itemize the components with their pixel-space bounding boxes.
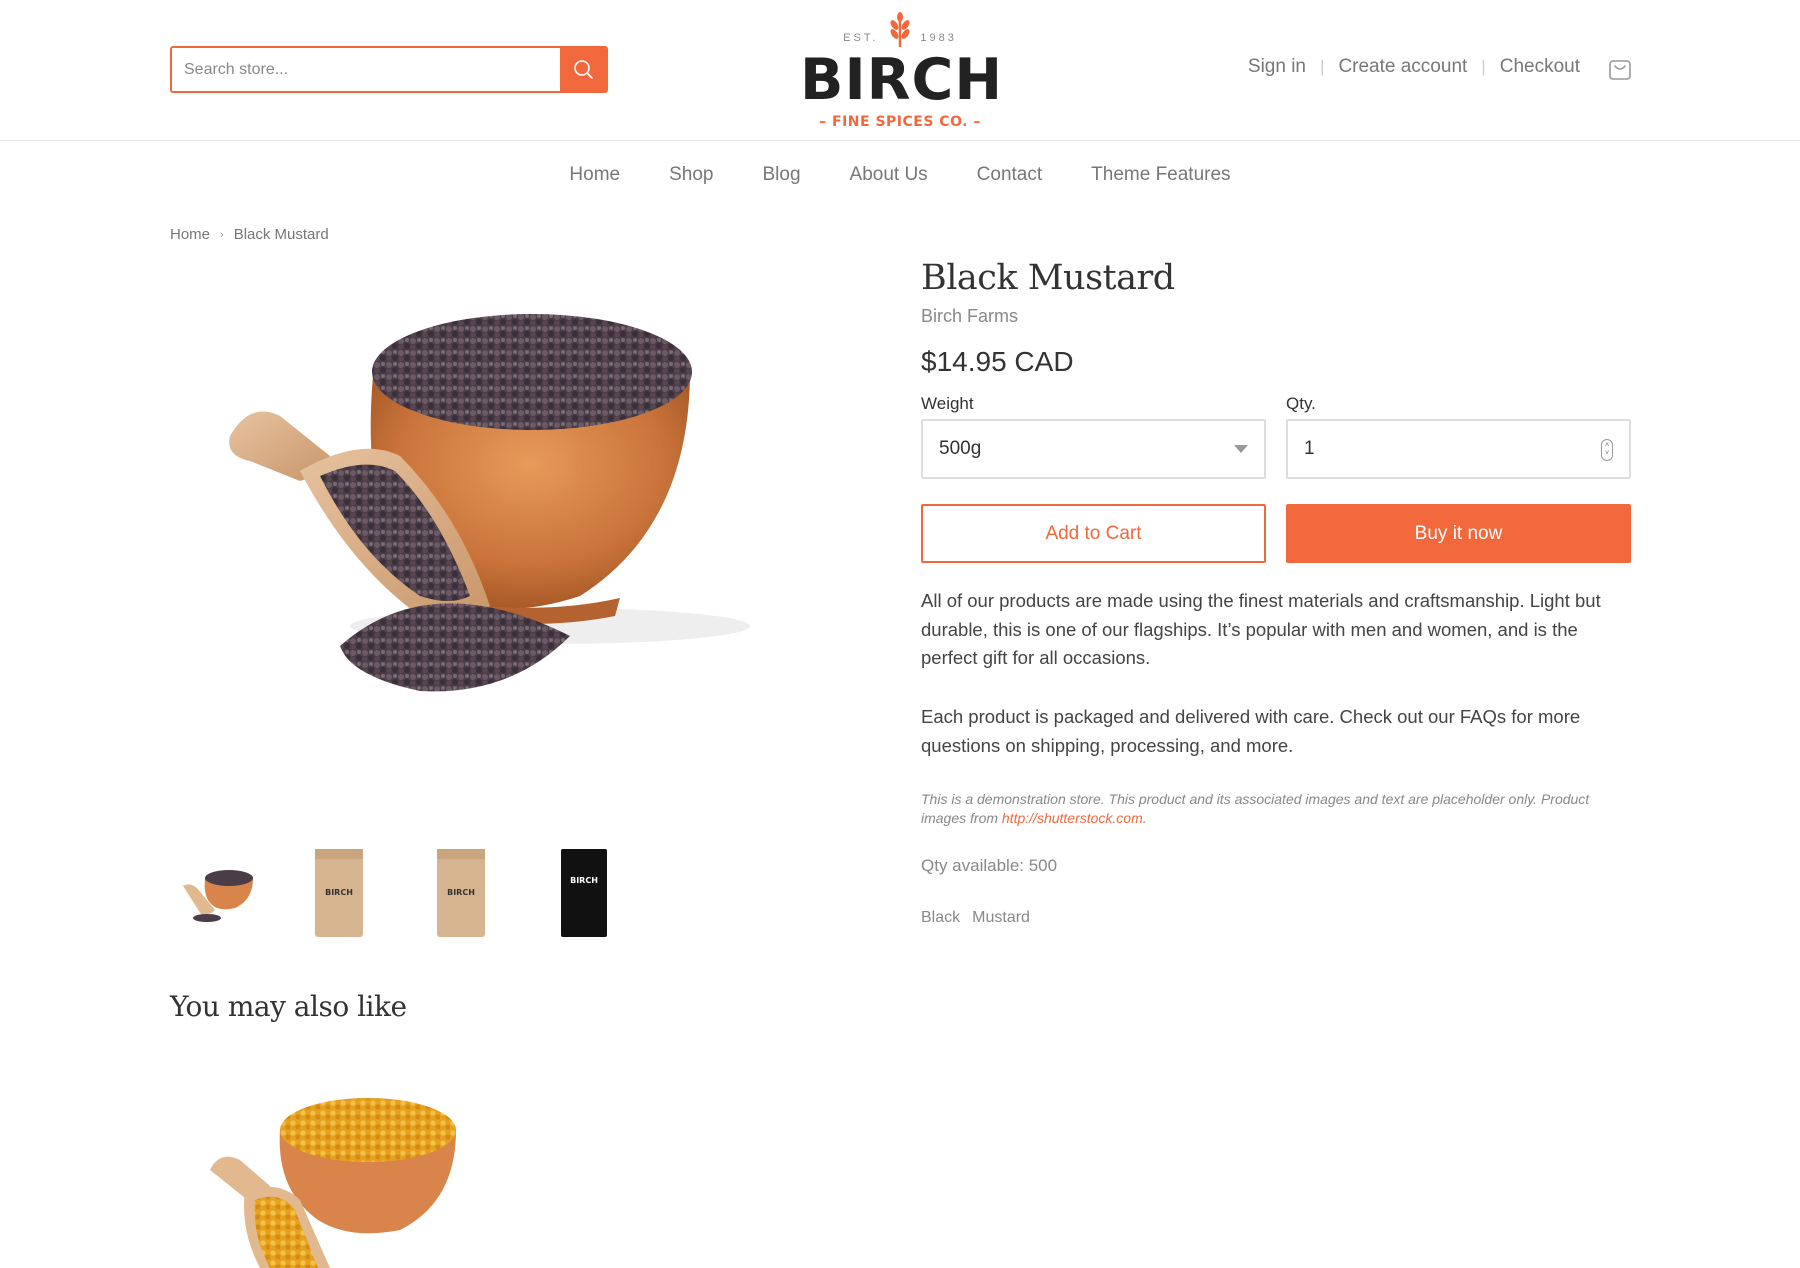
link-separator: |: [1481, 57, 1486, 76]
product-tags: Black Mustard: [921, 909, 1030, 927]
nav-item-home[interactable]: Home: [569, 164, 620, 186]
kraft-bag-label: BIRCH: [447, 888, 475, 897]
stepper-down-icon[interactable]: ˅: [1605, 450, 1609, 458]
you-may-also-like-heading: You may also like: [170, 990, 407, 1023]
product-price: $14.95 CAD: [921, 346, 1074, 377]
create-account-link[interactable]: Create account: [1338, 56, 1467, 78]
site-logo[interactable]: EST. 1983 BIRCH – FINE SPICES CO. –: [800, 10, 1004, 132]
bowl-thumbnail-image: [183, 870, 253, 922]
product-thumbnails: BIRCH BIRCH BIRCH: [170, 838, 630, 948]
thumbnail-kraft-bag-back[interactable]: BIRCH: [414, 838, 508, 948]
thumbnail-kraft-bag-front[interactable]: BIRCH: [292, 838, 386, 948]
search-icon: [574, 59, 593, 79]
nav-item-shop[interactable]: Shop: [669, 164, 713, 186]
recommended-product-image[interactable]: [200, 1090, 480, 1268]
quantity-stepper[interactable]: ˄ ˅: [1601, 439, 1613, 461]
buy-now-button[interactable]: Buy it now: [1286, 504, 1631, 563]
quantity-value: 1: [1304, 438, 1315, 459]
breadcrumb: Home › Black Mustard: [170, 226, 329, 243]
search-button[interactable]: [560, 48, 606, 91]
thumbnail-bowl[interactable]: [170, 838, 264, 948]
nav-item-theme-features[interactable]: Theme Features: [1091, 164, 1230, 186]
kraft-bag-label: BIRCH: [325, 888, 353, 897]
logo-est-label: EST.: [843, 32, 879, 44]
black-tin-label: BIRCH: [570, 876, 598, 885]
logo-tagline: – FINE SPICES CO. –: [819, 114, 981, 130]
weight-select[interactable]: 500g: [921, 419, 1266, 479]
nav-item-contact[interactable]: Contact: [977, 164, 1042, 186]
thumbnail-black-tin[interactable]: BIRCH: [536, 838, 630, 948]
product-vendor: Birch Farms: [921, 306, 1019, 326]
breadcrumb-current: Black Mustard: [233, 226, 329, 243]
demo-disclaimer: This is a demonstration store. This prod…: [921, 790, 1633, 828]
sign-in-link[interactable]: Sign in: [1248, 56, 1306, 78]
stepper-up-icon[interactable]: ˄: [1605, 442, 1609, 450]
product-main-image[interactable]: [170, 266, 870, 816]
kraft-bag-image: BIRCH: [437, 849, 485, 937]
black-tin-image: BIRCH: [561, 849, 607, 937]
chevron-down-icon: [1234, 445, 1248, 453]
nav-item-about-us[interactable]: About Us: [850, 164, 928, 186]
product-description-2: Each product is packaged and delivered w…: [921, 706, 1581, 756]
account-links: Sign in | Create account | Checkout: [1248, 56, 1580, 78]
product-description-1: All of our products are made using the f…: [921, 590, 1601, 668]
checkout-link[interactable]: Checkout: [1500, 56, 1580, 78]
cart-icon[interactable]: [1608, 58, 1632, 82]
kraft-bag-image: BIRCH: [315, 849, 363, 937]
logo-year: 1983: [920, 32, 957, 44]
add-to-cart-button[interactable]: Add to Cart: [921, 504, 1266, 563]
qty-available: Qty available: 500: [921, 856, 1058, 875]
shutterstock-link[interactable]: http://shutterstock.com: [1002, 810, 1143, 826]
logo-name: BIRCH: [800, 47, 1004, 113]
weight-select-value: 500g: [939, 438, 982, 459]
search-input[interactable]: [172, 48, 560, 91]
qty-label: Qty.: [1286, 394, 1316, 413]
nav-item-blog[interactable]: Blog: [762, 164, 800, 186]
disclaimer-end: .: [1142, 810, 1147, 826]
tag-link[interactable]: Black: [921, 909, 960, 927]
chevron-right-icon: ›: [220, 228, 224, 241]
breadcrumb-home[interactable]: Home: [170, 226, 210, 243]
weight-label: Weight: [921, 394, 974, 413]
link-separator: |: [1320, 57, 1325, 76]
product-title: Black Mustard: [921, 258, 1175, 298]
quantity-input[interactable]: 1 ˄ ˅: [1286, 419, 1631, 479]
search-form: [170, 46, 608, 93]
wheat-icon: [890, 12, 910, 47]
main-nav: Home Shop Blog About Us Contact Theme Fe…: [0, 142, 1800, 208]
site-header: EST. 1983 BIRCH – FINE SPICES CO. – Sign…: [0, 0, 1800, 141]
tag-link[interactable]: Mustard: [972, 909, 1030, 927]
